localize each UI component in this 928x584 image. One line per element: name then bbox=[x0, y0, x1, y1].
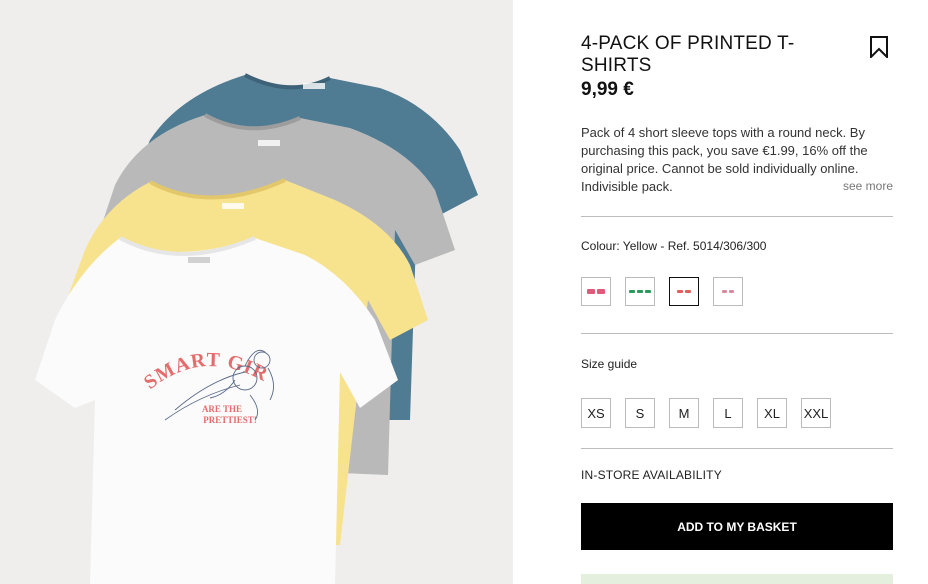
divider bbox=[581, 448, 893, 449]
size-option-l[interactable]: L bbox=[713, 398, 743, 428]
bookmark-icon[interactable] bbox=[869, 36, 889, 60]
product-title: 4-PACK OF PRINTED T-SHIRTS bbox=[581, 33, 795, 76]
swatch-red-print[interactable] bbox=[669, 277, 699, 306]
product-image: SMART GIRLS ARE THE PRETTIEST! bbox=[0, 0, 513, 584]
swatch-mark bbox=[645, 290, 651, 293]
product-price: 9,99 € bbox=[581, 79, 634, 100]
product-info-panel: 4-PACK OF PRINTED T-SHIRTS 9,99 € Pack o… bbox=[581, 0, 893, 584]
product-image-gallery[interactable]: SMART GIRLS ARE THE PRETTIEST! bbox=[0, 0, 513, 584]
size-option-s[interactable]: S bbox=[625, 398, 655, 428]
size-option-xl[interactable]: XL bbox=[757, 398, 787, 428]
see-more-link[interactable]: see more bbox=[843, 179, 893, 193]
swatch-mark bbox=[637, 290, 643, 293]
size-guide-link[interactable]: Size guide bbox=[581, 357, 637, 371]
print-line3: PRETTIEST! bbox=[203, 415, 257, 425]
divider bbox=[581, 333, 893, 334]
swatch-mark bbox=[685, 290, 691, 293]
colour-label: Colour: Yellow - Ref. 5014/306/300 bbox=[581, 239, 767, 253]
swatch-light-print[interactable] bbox=[713, 277, 743, 306]
swatch-mark bbox=[587, 289, 595, 294]
swatch-green-print[interactable] bbox=[625, 277, 655, 306]
swatch-mark bbox=[597, 289, 605, 294]
divider bbox=[581, 216, 893, 217]
promo-banner bbox=[581, 574, 893, 584]
swatch-mark bbox=[677, 290, 683, 293]
swatch-mark bbox=[629, 290, 635, 293]
swatch-mark bbox=[722, 290, 727, 293]
size-option-m[interactable]: M bbox=[669, 398, 699, 428]
swatch-mark bbox=[729, 290, 734, 293]
print-line2: ARE THE bbox=[202, 404, 242, 414]
size-selector: XS S M L XL XXL bbox=[581, 398, 831, 428]
size-option-xxl[interactable]: XXL bbox=[801, 398, 831, 428]
swatch-pink-print[interactable] bbox=[581, 277, 611, 306]
size-option-xs[interactable]: XS bbox=[581, 398, 611, 428]
add-to-basket-button[interactable]: ADD TO MY BASKET bbox=[581, 503, 893, 550]
colour-swatches bbox=[581, 277, 743, 306]
in-store-availability-link[interactable]: IN-STORE AVAILABILITY bbox=[581, 468, 722, 482]
